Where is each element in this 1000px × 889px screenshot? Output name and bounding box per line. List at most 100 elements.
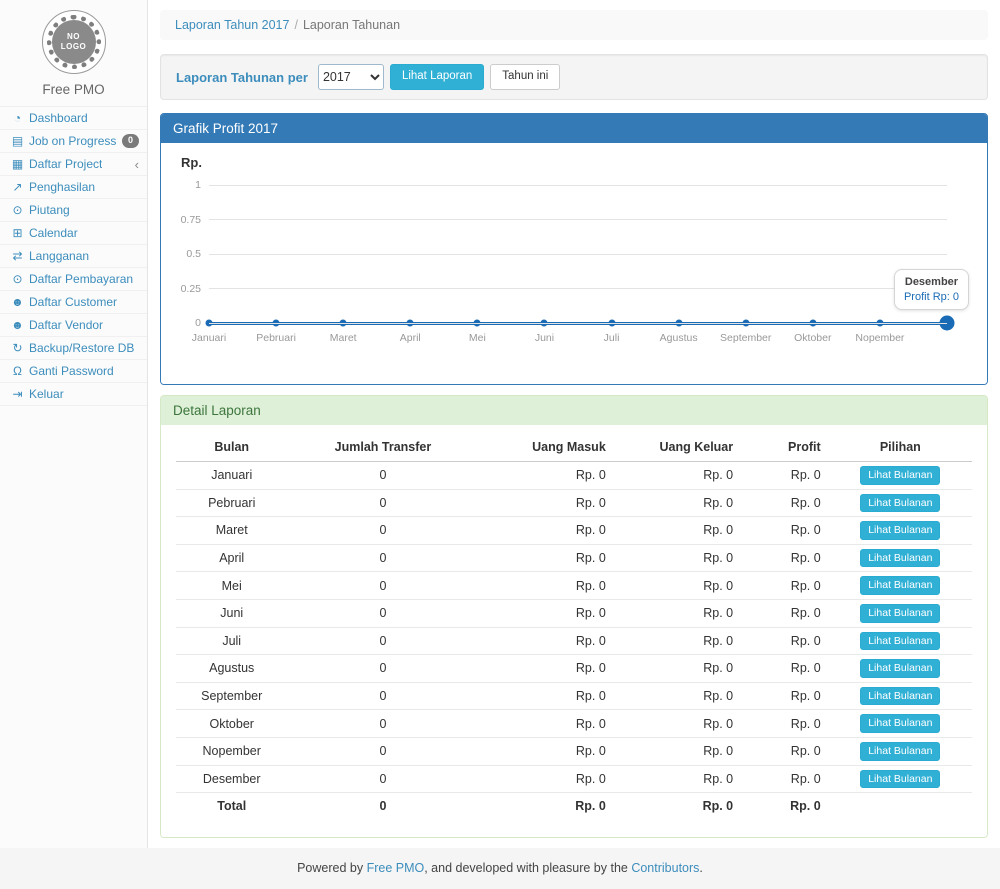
breadcrumb-link-laporan-tahun[interactable]: Laporan Tahun 2017 [175, 18, 289, 32]
free-pmo-link[interactable]: Free PMO [367, 861, 425, 875]
users-icon: ☻ [9, 295, 26, 309]
sidebar-item-keluar[interactable]: ⇥ Keluar [0, 383, 147, 406]
footer: Powered by Free PMO, and developed with … [0, 848, 1000, 889]
logo-text-line1: NO [67, 32, 80, 42]
sidebar-item-label: Daftar Vendor [29, 318, 103, 332]
table-row-september: September 0 Rp. 0 Rp. 0 Rp. 0 Lihat Bula… [176, 682, 972, 710]
cell-profit: Rp. 0 [741, 655, 829, 683]
lihat-bulanan-button[interactable]: Lihat Bulanan [860, 659, 940, 678]
sidebar-menu: ◔ Dashboard ▤ Job on Progress 0 ▦ Daftar… [0, 107, 147, 406]
cell-uang_masuk: Rp. 0 [478, 544, 613, 572]
table-row-juli: Juli 0 Rp. 0 Rp. 0 Rp. 0 Lihat Bulanan [176, 627, 972, 655]
main-content: Laporan Tahun 2017/Laporan Tahunan Lapor… [148, 0, 1000, 848]
sidebar-item-label: Calendar [29, 226, 78, 240]
lihat-bulanan-button[interactable]: Lihat Bulanan [860, 632, 940, 651]
footer-text-suffix: . [699, 861, 702, 875]
table-row-maret: Maret 0 Rp. 0 Rp. 0 Rp. 0 Lihat Bulanan [176, 517, 972, 545]
lihat-bulanan-button[interactable]: Lihat Bulanan [860, 466, 940, 485]
cell-bulan: April [176, 544, 287, 572]
x-tick-label: Juni [535, 332, 554, 344]
cell-jumlah_transfer: 0 [287, 655, 478, 683]
cell-profit: Rp. 0 [741, 765, 829, 793]
table-row-januari: Januari 0 Rp. 0 Rp. 0 Rp. 0 Lihat Bulana… [176, 462, 972, 490]
table-row-desember: Desember 0 Rp. 0 Rp. 0 Rp. 0 Lihat Bulan… [176, 765, 972, 793]
sidebar-item-label: Keluar [29, 387, 64, 401]
lihat-bulanan-button[interactable]: Lihat Bulanan [860, 742, 940, 761]
cell-profit: Rp. 0 [741, 572, 829, 600]
lihat-bulanan-button[interactable]: Lihat Bulanan [860, 714, 940, 733]
users-icon: ☻ [9, 318, 26, 332]
page: NO LOGO Free PMO ◔ Dashboard ▤ Job on Pr… [0, 0, 1000, 848]
lock-icon: Ω [9, 364, 26, 378]
report-table: Bulan Jumlah Transfer Uang Masuk Uang Ke… [176, 433, 972, 817]
total-bulan: Total [176, 793, 287, 818]
footer-text-middle: , and developed with pleasure by the [424, 861, 631, 875]
y-tick-label: 0.75 [161, 214, 201, 226]
cell-bulan: Desember [176, 765, 287, 793]
sidebar-item-penghasilan[interactable]: ↗ Penghasilan [0, 176, 147, 199]
logo-text-line2: LOGO [61, 42, 87, 52]
sidebar-item-piutang[interactable]: ⊙ Piutang [0, 199, 147, 222]
cell-jumlah_transfer: 0 [287, 737, 478, 765]
cell-bulan: Juli [176, 627, 287, 655]
sign-out-icon: ⇥ [9, 387, 26, 401]
table-header-row: Bulan Jumlah Transfer Uang Masuk Uang Ke… [176, 433, 972, 462]
footer-text: Powered by [297, 861, 366, 875]
cell-profit: Rp. 0 [741, 462, 829, 490]
table-row-oktober: Oktober 0 Rp. 0 Rp. 0 Rp. 0 Lihat Bulana… [176, 710, 972, 738]
lihat-bulanan-button[interactable]: Lihat Bulanan [860, 549, 940, 568]
total-pilihan-empty [829, 793, 972, 818]
sidebar-item-label: Daftar Customer [29, 295, 117, 309]
sidebar-item-label: Langganan [29, 249, 89, 263]
table-row-april: April 0 Rp. 0 Rp. 0 Rp. 0 Lihat Bulanan [176, 544, 972, 572]
sidebar-item-calendar[interactable]: ⊞ Calendar [0, 222, 147, 245]
report-filter-toolbar: Laporan Tahunan per 2017 Lihat Laporan T… [160, 54, 988, 100]
lihat-bulanan-button[interactable]: Lihat Bulanan [860, 604, 940, 623]
cell-jumlah_transfer: 0 [287, 682, 478, 710]
sidebar-item-backup-restore-db[interactable]: ↻ Backup/Restore DB [0, 337, 147, 360]
sidebar-item-daftar-pembayaran[interactable]: ⊙ Daftar Pembayaran [0, 268, 147, 291]
table-total-row: Total 0 Rp. 0 Rp. 0 Rp. 0 [176, 793, 972, 818]
lihat-bulanan-button[interactable]: Lihat Bulanan [860, 494, 940, 513]
year-select[interactable]: 2017 [318, 64, 384, 90]
task-list-icon: ▤ [9, 134, 26, 148]
table-row-nopember: Nopember 0 Rp. 0 Rp. 0 Rp. 0 Lihat Bulan… [176, 737, 972, 765]
lihat-bulanan-button[interactable]: Lihat Bulanan [860, 770, 940, 789]
lihat-laporan-button[interactable]: Lihat Laporan [390, 64, 484, 90]
col-header-uang-masuk: Uang Masuk [478, 433, 613, 462]
cell-bulan: Maret [176, 517, 287, 545]
cell-uang_keluar: Rp. 0 [614, 627, 741, 655]
sidebar-item-label: Daftar Pembayaran [29, 272, 133, 286]
cell-uang_masuk: Rp. 0 [478, 627, 613, 655]
sidebar-item-job-on-progress[interactable]: ▤ Job on Progress 0 [0, 130, 147, 153]
exchange-icon: ⇄ [9, 249, 26, 263]
breadcrumb-separator: / [294, 18, 297, 32]
sidebar-item-daftar-customer[interactable]: ☻ Daftar Customer [0, 291, 147, 314]
cell-jumlah_transfer: 0 [287, 517, 478, 545]
lihat-bulanan-button[interactable]: Lihat Bulanan [860, 687, 940, 706]
contributors-link[interactable]: Contributors [631, 861, 699, 875]
table-row-pebruari: Pebruari 0 Rp. 0 Rp. 0 Rp. 0 Lihat Bulan… [176, 489, 972, 517]
lihat-bulanan-button[interactable]: Lihat Bulanan [860, 521, 940, 540]
tahun-ini-button[interactable]: Tahun ini [490, 64, 560, 90]
cell-jumlah_transfer: 0 [287, 765, 478, 793]
sidebar-item-daftar-project[interactable]: ▦ Daftar Project ‹ [0, 153, 147, 176]
lihat-bulanan-button[interactable]: Lihat Bulanan [860, 576, 940, 595]
sidebar-item-ganti-password[interactable]: Ω Ganti Password [0, 360, 147, 383]
y-axis-title: Rp. [181, 155, 202, 170]
cell-uang_keluar: Rp. 0 [614, 682, 741, 710]
sidebar-item-daftar-vendor[interactable]: ☻ Daftar Vendor [0, 314, 147, 337]
cell-profit: Rp. 0 [741, 517, 829, 545]
x-tick-label: Agustus [660, 332, 698, 344]
cell-profit: Rp. 0 [741, 710, 829, 738]
brand-name: Free PMO [0, 82, 147, 97]
report-table-wrapper: Bulan Jumlah Transfer Uang Masuk Uang Ke… [161, 425, 987, 837]
sidebar-item-label: Job on Progress [29, 134, 116, 148]
cell-jumlah_transfer: 0 [287, 462, 478, 490]
cell-uang_masuk: Rp. 0 [478, 737, 613, 765]
cell-uang_masuk: Rp. 0 [478, 462, 613, 490]
x-tick-label: Pebruari [256, 332, 296, 344]
sidebar-item-dashboard[interactable]: ◔ Dashboard [0, 107, 147, 130]
sidebar-item-langganan[interactable]: ⇄ Langganan [0, 245, 147, 268]
filter-label: Laporan Tahunan per [176, 70, 308, 85]
